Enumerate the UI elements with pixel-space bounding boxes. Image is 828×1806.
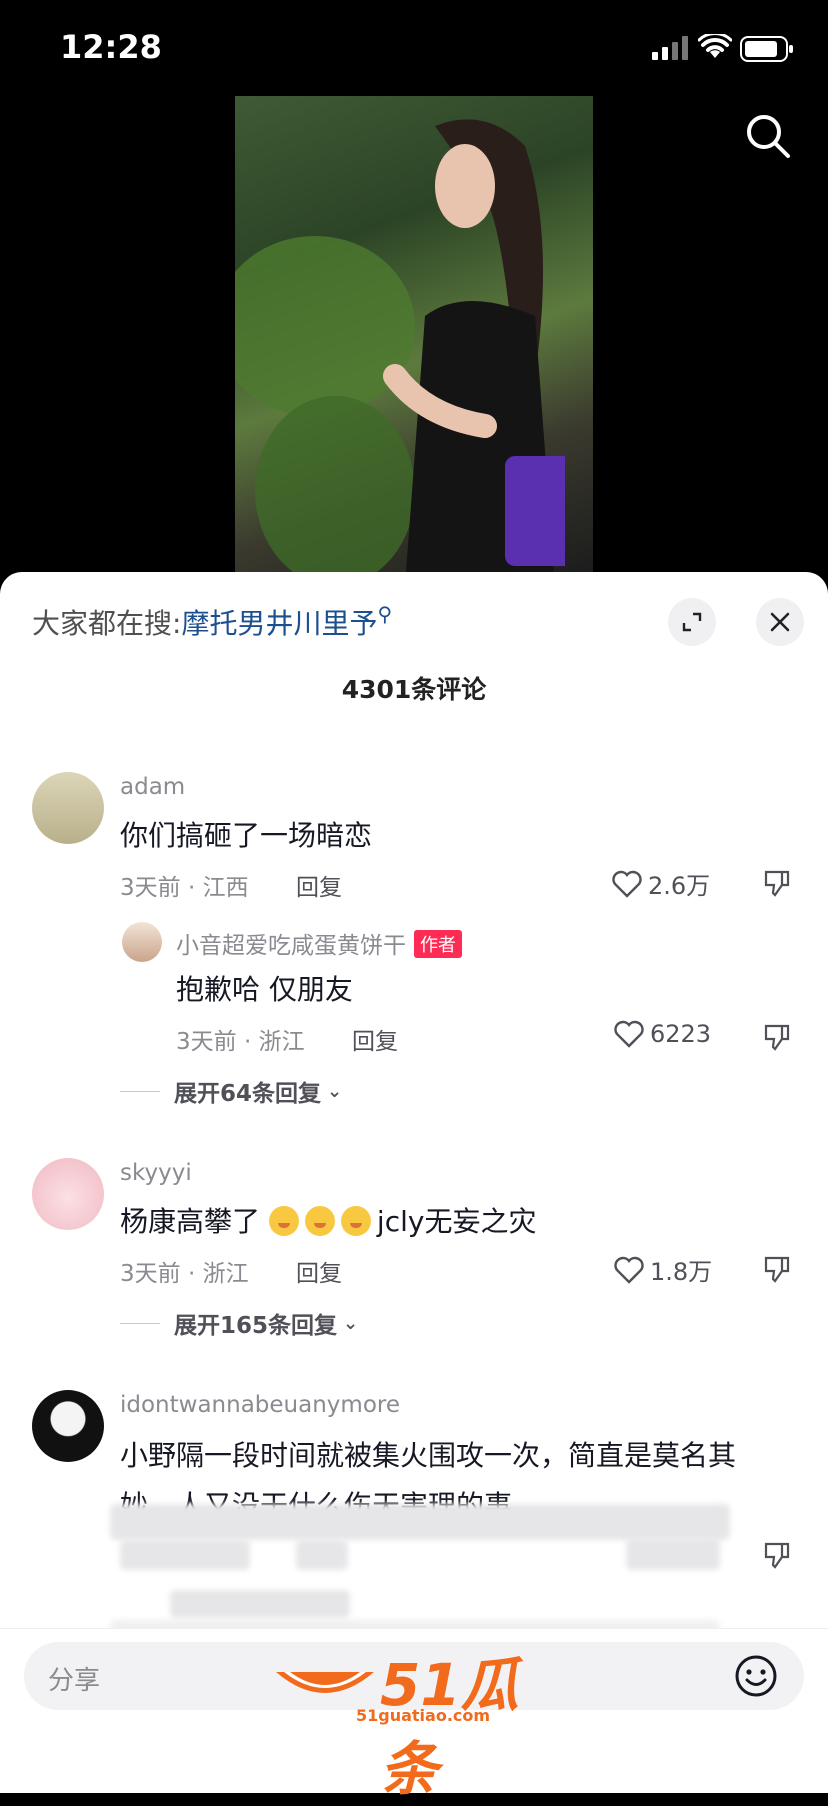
author-badge: 作者 [414, 930, 462, 958]
expand-button[interactable] [668, 598, 716, 646]
heart-icon [612, 870, 642, 898]
comment-time-location: 3天前 · 江西 [120, 875, 249, 901]
divider [120, 1090, 160, 1092]
avatar[interactable] [32, 772, 104, 844]
emoji-icon [340, 1206, 371, 1236]
avatar[interactable] [32, 1390, 104, 1462]
comment-time-location: 3天前 · 浙江 [120, 1261, 249, 1287]
reply-button[interactable]: 回复 [352, 1022, 398, 1056]
comment-sheet: 大家都在搜:摩托男井川里予⚲ 4301条评论 adam 你们搞砸了一场暗恋 3天… [0, 572, 828, 1792]
comment-username[interactable]: adam [120, 774, 185, 800]
comment-text-prefix: 杨康高攀了 [120, 1205, 261, 1238]
chevron-down-icon: ⌄ [343, 1312, 359, 1334]
blurred-region [296, 1540, 348, 1570]
expand-replies-button[interactable]: 展开165条回复 ⌄ [120, 1306, 358, 1340]
trending-search[interactable]: 大家都在搜:摩托男井川里予⚲ [32, 602, 392, 642]
trending-keyword[interactable]: 摩托男井川里予 [181, 607, 377, 640]
comment-text-suffix: jcly无妄之灾 [376, 1205, 537, 1238]
reply-button[interactable]: 回复 [296, 1254, 342, 1288]
status-bar: 12:28 [0, 0, 828, 96]
reply-username[interactable]: 小音超爱吃咸蛋黄饼干 作者 [176, 926, 462, 960]
reply-text: 抱歉哈 仅朋友 [176, 973, 353, 1006]
divider [120, 1322, 160, 1324]
small-search-icon: ⚲ [377, 602, 393, 626]
dislike-icon[interactable] [762, 1254, 792, 1284]
like-count: 6223 [650, 1020, 712, 1048]
video-person-figure [383, 119, 565, 572]
like-button[interactable]: 2.6万 [612, 866, 710, 901]
dislike-icon[interactable] [762, 1022, 792, 1052]
battery-icon [740, 36, 793, 62]
close-icon [770, 612, 790, 632]
comment-input-placeholder: 分享 [48, 1666, 101, 1696]
blurred-region [170, 1590, 350, 1618]
status-time: 12:28 [60, 28, 162, 66]
watermark-url: 51guatiao.com [356, 1706, 491, 1725]
heart-icon [614, 1256, 644, 1284]
like-button[interactable]: 1.8万 [614, 1252, 712, 1287]
blurred-region [626, 1538, 720, 1570]
reply-username-text: 小音超爱吃咸蛋黄饼干 [176, 933, 406, 959]
comment-text: 你们搞砸了一场暗恋 [120, 819, 373, 852]
expand-replies-label: 展开64条回复 [174, 1081, 322, 1107]
like-count: 2.6万 [648, 872, 711, 900]
expand-icon [682, 612, 702, 632]
avatar[interactable] [32, 1158, 104, 1230]
close-button[interactable] [756, 598, 804, 646]
comment-text-line: 小野隔一段时间就被集火围攻一次，简直是莫名其 [120, 1439, 737, 1472]
emoji-icon [268, 1206, 299, 1236]
watermelon-logo-icon [276, 1672, 374, 1693]
video-player[interactable] [235, 96, 593, 572]
blurred-region [110, 1504, 730, 1540]
expand-replies-button[interactable]: 展开64条回复 ⌄ [120, 1074, 342, 1108]
wifi-icon [698, 34, 732, 58]
trending-prefix: 大家都在搜: [32, 607, 182, 640]
like-count: 1.8万 [650, 1258, 713, 1286]
signal-icon [652, 36, 688, 60]
heart-icon [614, 1020, 644, 1048]
comment-count: 4301条评论 [341, 675, 487, 704]
comment-username[interactable]: skyyyi [120, 1160, 192, 1186]
reply-time-location: 3天前 · 浙江 [176, 1029, 305, 1055]
search-icon[interactable] [744, 112, 792, 160]
reply-button[interactable]: 回复 [296, 868, 342, 902]
blurred-region [120, 1540, 250, 1570]
like-button[interactable]: 6223 [614, 1020, 711, 1048]
emoji-icon[interactable] [734, 1654, 778, 1698]
dislike-icon[interactable] [762, 868, 792, 898]
expand-replies-label: 展开165条回复 [174, 1313, 338, 1339]
chevron-down-icon: ⌄ [327, 1080, 343, 1102]
comment-username[interactable]: idontwannabeuanymore [120, 1392, 400, 1418]
comment-text: 杨康高攀了 jcly无妄之灾 [120, 1200, 536, 1240]
dislike-icon[interactable] [762, 1540, 792, 1570]
emoji-icon [304, 1206, 335, 1236]
avatar[interactable] [122, 922, 162, 962]
watermark: 51瓜条 51guatiao.com [270, 1638, 570, 1803]
